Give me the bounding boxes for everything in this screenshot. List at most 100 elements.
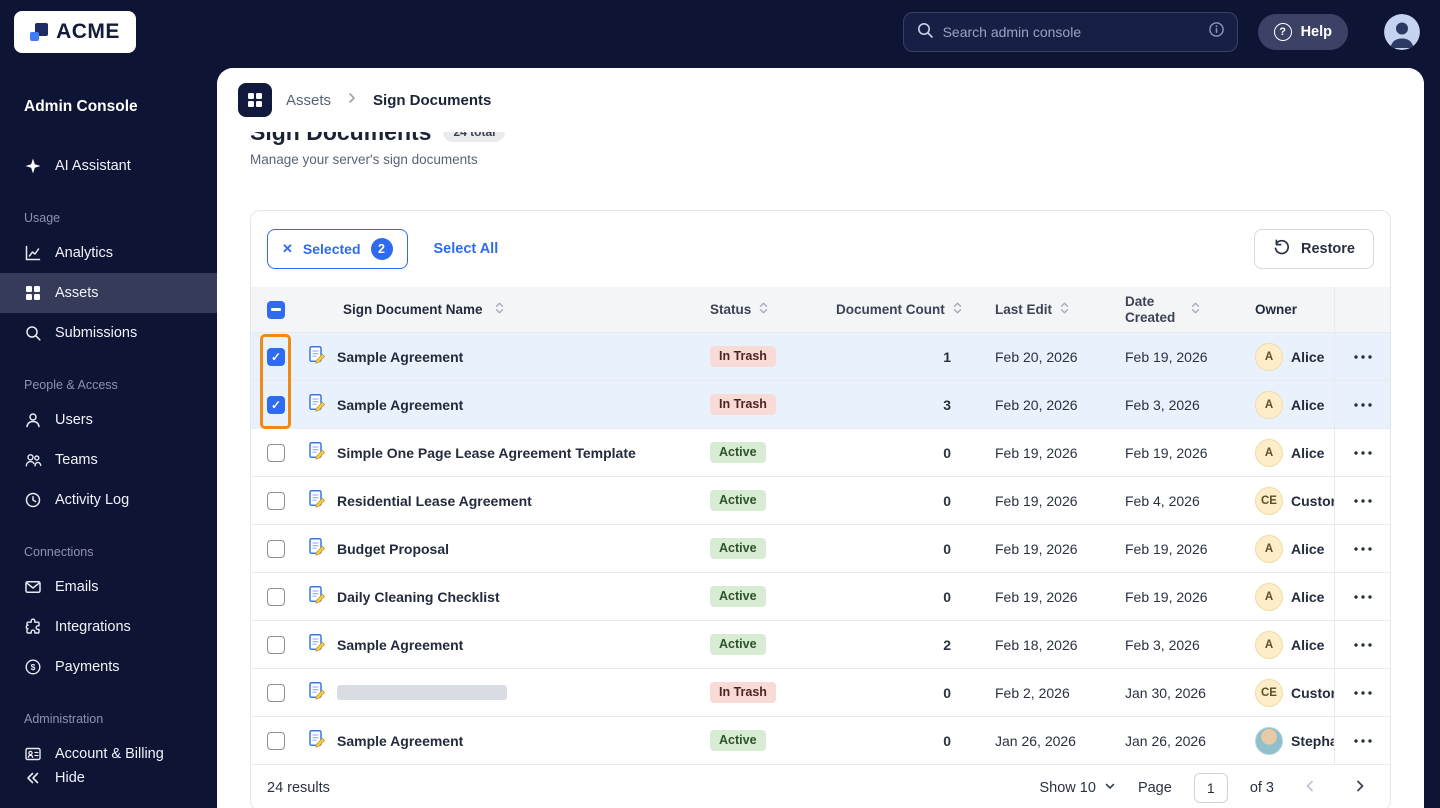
row-actions-button[interactable] — [1353, 690, 1372, 695]
row-checkbox[interactable] — [267, 443, 285, 462]
document-count: 0 — [943, 444, 951, 461]
sidebar-item-label: Hide — [55, 770, 85, 786]
table-row: Sample Agreement In Trash 3 Feb 20, 2026… — [251, 380, 1390, 428]
sidebar-item-assets[interactable]: Assets — [0, 273, 217, 313]
document-name[interactable]: Sample Agreement — [337, 637, 463, 653]
column-header-status[interactable]: Status — [710, 302, 751, 317]
help-button[interactable]: ? Help — [1257, 14, 1348, 50]
document-name[interactable]: Simple One Page Lease Agreement Template — [337, 445, 636, 461]
document-count: 1 — [943, 348, 951, 365]
sign-documents-card: ✕ Selected 2 Select All Restore Sign Doc… — [250, 210, 1391, 808]
owner-avatar: A — [1255, 342, 1283, 371]
sort-icon[interactable] — [1189, 301, 1202, 318]
column-header-date-created[interactable]: Date Created — [1125, 294, 1183, 326]
sort-icon[interactable] — [493, 301, 506, 318]
admin-search-bar[interactable] — [902, 12, 1238, 52]
column-header-count[interactable]: Document Count — [836, 302, 945, 317]
page-size-select[interactable]: Show 10 — [1040, 780, 1116, 796]
date-created: Feb 19, 2026 — [1125, 444, 1208, 461]
sort-icon[interactable] — [757, 301, 770, 318]
previous-page-button[interactable] — [1296, 774, 1324, 802]
page-total: of 3 — [1249, 779, 1274, 796]
owner-avatar: A — [1255, 582, 1283, 611]
main-panel: Assets Sign Documents Sign Documents 24 … — [217, 68, 1424, 808]
sidebar-item-activity-log[interactable]: Activity Log — [0, 480, 217, 520]
date-created: Jan 26, 2026 — [1125, 732, 1206, 749]
row-actions-button[interactable] — [1353, 354, 1372, 359]
row-checkbox[interactable] — [267, 731, 285, 750]
select-all-checkbox[interactable] — [267, 300, 285, 319]
sidebar-item-emails[interactable]: Emails — [0, 567, 217, 607]
row-actions-button[interactable] — [1353, 642, 1372, 647]
sort-icon[interactable] — [951, 301, 964, 318]
magnifier-icon — [24, 324, 42, 342]
column-header-last-edit[interactable]: Last Edit — [995, 302, 1052, 317]
owner-name: Alice — [1291, 396, 1325, 413]
column-header-name[interactable]: Sign Document Name — [343, 302, 483, 317]
row-checkbox[interactable] — [267, 395, 285, 414]
last-edit-date: Feb 19, 2026 — [995, 540, 1078, 557]
owner-name: Stephanie — [1291, 732, 1334, 749]
restore-button[interactable]: Restore — [1254, 229, 1374, 269]
svg-text:$: $ — [31, 662, 36, 672]
next-page-button[interactable] — [1346, 774, 1374, 802]
document-name[interactable]: Sample Agreement — [337, 397, 463, 413]
status-badge: In Trash — [710, 346, 776, 367]
row-actions-button[interactable] — [1353, 450, 1372, 455]
table-row: Sample Agreement Active 2 Feb 18, 2026 F… — [251, 620, 1390, 668]
document-pen-icon — [307, 489, 327, 512]
document-name[interactable]: Residential Lease Agreement — [337, 493, 532, 509]
document-name[interactable]: Sample Agreement — [337, 349, 463, 365]
breadcrumb-link-assets[interactable]: Assets — [286, 92, 331, 109]
sidebar-item-integrations[interactable]: Integrations — [0, 607, 217, 647]
row-actions-button[interactable] — [1353, 546, 1372, 551]
double-chevron-left-icon — [24, 769, 42, 787]
sidebar-item-analytics[interactable]: Analytics — [0, 233, 217, 273]
info-icon[interactable] — [1208, 21, 1225, 43]
row-checkbox[interactable] — [267, 635, 285, 654]
sidebar-item-users[interactable]: Users — [0, 400, 217, 440]
row-actions-button[interactable] — [1353, 402, 1372, 407]
sidebar-collapse-button[interactable]: Hide — [0, 758, 217, 798]
breadcrumb: Assets Sign Documents — [217, 68, 1424, 132]
document-pen-icon — [307, 393, 327, 416]
last-edit-date: Feb 18, 2026 — [995, 636, 1078, 653]
row-checkbox[interactable] — [267, 587, 285, 606]
sidebar-item-ai-assistant[interactable]: AI Assistant — [0, 146, 217, 186]
search-input[interactable] — [942, 24, 1199, 40]
row-checkbox[interactable] — [267, 539, 285, 558]
selected-filter-button[interactable]: ✕ Selected 2 — [267, 229, 408, 269]
document-name[interactable] — [337, 685, 507, 700]
row-checkbox[interactable] — [267, 683, 285, 702]
row-checkbox[interactable] — [267, 491, 285, 510]
table-body: Sample Agreement In Trash 1 Feb 20, 2026… — [251, 332, 1390, 764]
sort-icon[interactable] — [1058, 301, 1071, 318]
sidebar: Admin Console AI Assistant Usage Analyti… — [0, 64, 217, 808]
puzzle-icon — [24, 618, 42, 636]
document-name[interactable]: Budget Proposal — [337, 541, 449, 557]
question-icon: ? — [1273, 23, 1292, 41]
acme-logo[interactable]: ACME — [14, 11, 136, 53]
sidebar-item-payments[interactable]: $ Payments — [0, 647, 217, 687]
document-name[interactable]: Sample Agreement — [337, 733, 463, 749]
row-actions-button[interactable] — [1353, 594, 1372, 599]
acme-logo-mark-icon — [30, 23, 49, 41]
user-avatar[interactable] — [1384, 14, 1420, 50]
search-icon — [916, 21, 934, 44]
select-all-button[interactable]: Select All — [434, 241, 499, 257]
selection-toolbar: ✕ Selected 2 Select All Restore — [251, 211, 1390, 287]
document-count: 3 — [943, 396, 951, 413]
row-actions-button[interactable] — [1353, 498, 1372, 503]
person-icon — [24, 411, 42, 429]
owner-avatar: A — [1255, 438, 1283, 467]
sidebar-title: Admin Console — [24, 98, 138, 115]
analytics-chart-icon — [24, 244, 42, 262]
sidebar-item-submissions[interactable]: Submissions — [0, 313, 217, 353]
table-row: Residential Lease Agreement Active 0 Feb… — [251, 476, 1390, 524]
row-actions-button[interactable] — [1353, 738, 1372, 743]
sidebar-item-teams[interactable]: Teams — [0, 440, 217, 480]
row-checkbox[interactable] — [267, 347, 285, 366]
document-name[interactable]: Daily Cleaning Checklist — [337, 589, 500, 605]
status-badge: Active — [710, 586, 766, 607]
page-number-input[interactable] — [1193, 772, 1228, 803]
